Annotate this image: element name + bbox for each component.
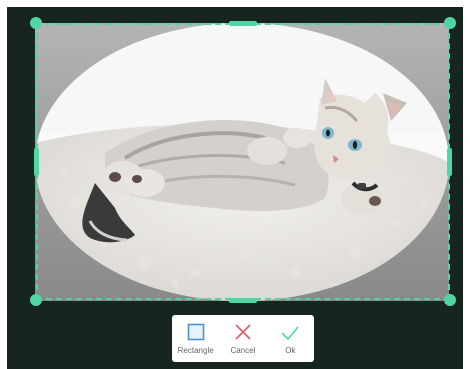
crop-corner-handle-bottom-right[interactable]: [444, 294, 456, 306]
crop-corner-handle-top-right[interactable]: [444, 17, 456, 29]
cancel-label: Cancel: [230, 346, 256, 355]
ok-label: Ok: [285, 346, 296, 355]
rectangle-button[interactable]: Rectangle: [173, 322, 219, 355]
crop-corner-handle-top-left[interactable]: [30, 17, 42, 29]
crop-corner-handle-bottom-left[interactable]: [30, 294, 42, 306]
crop-edge-handle-bottom[interactable]: [229, 298, 257, 303]
checkmark-icon: [281, 326, 299, 341]
crop-edge-handle-right[interactable]: [447, 148, 452, 176]
rectangle-label: Rectangle: [177, 346, 214, 355]
crop-frame[interactable]: [36, 23, 450, 300]
crop-edge-handle-top[interactable]: [229, 21, 257, 26]
crop-toolbar: Rectangle Cancel Ok: [172, 315, 314, 362]
cancel-button[interactable]: Cancel: [220, 322, 266, 355]
crop-edge-handle-left[interactable]: [34, 148, 39, 176]
close-icon: [235, 324, 251, 340]
rectangle-icon: [187, 323, 204, 341]
ok-button[interactable]: Ok: [267, 322, 313, 355]
